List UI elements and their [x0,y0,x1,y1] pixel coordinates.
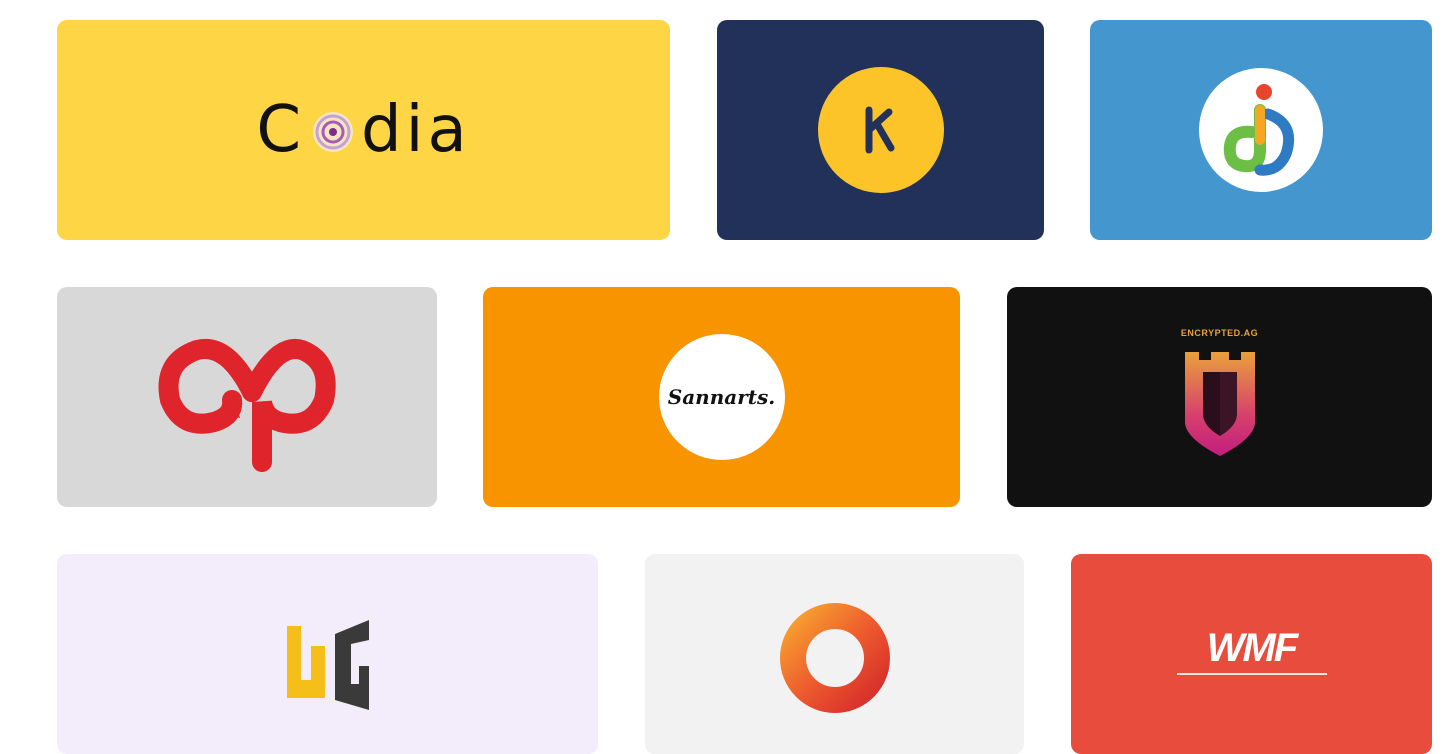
logo-card-sannarts[interactable]: Sannarts. [483,287,960,507]
sannarts-logo-text: Sannarts. [667,385,776,409]
codia-logo-text-c: C [256,93,306,167]
wg-letters-icon [286,620,369,710]
wmf-logo: WMF [1176,626,1327,675]
logo-card-wg[interactable] [57,554,598,754]
logo-card-ap[interactable] [57,287,437,507]
dj-logo [1199,68,1323,192]
codia-logo-text-rest: dia [361,93,471,167]
wmf-logo-text: WMF [1206,626,1299,670]
ring-icon [779,603,890,713]
codia-logo: C dia [256,93,470,167]
shield-icon [1184,352,1255,456]
k-logo [817,67,944,193]
logo-card-encrypted[interactable]: ENCRYPTED.AG [1007,287,1432,507]
k-letter-icon [865,106,894,154]
logo-card-ring[interactable] [645,554,1024,754]
spiral-icon [313,112,354,152]
logo-card-codia[interactable]: C dia [57,20,670,240]
encrypted-logo-text: ENCRYPTED.AG [1180,328,1259,338]
logo-card-wmf[interactable]: WMF [1071,554,1432,754]
ap-infinity-icon [158,338,336,472]
logo-card-dj[interactable] [1090,20,1432,240]
encrypted-logo: ENCRYPTED.AG [1175,328,1265,460]
logo-card-k[interactable] [717,20,1044,240]
dj-mark-icon [1223,84,1295,176]
wmf-underline [1176,673,1327,675]
sannarts-logo: Sannarts. [658,334,785,460]
